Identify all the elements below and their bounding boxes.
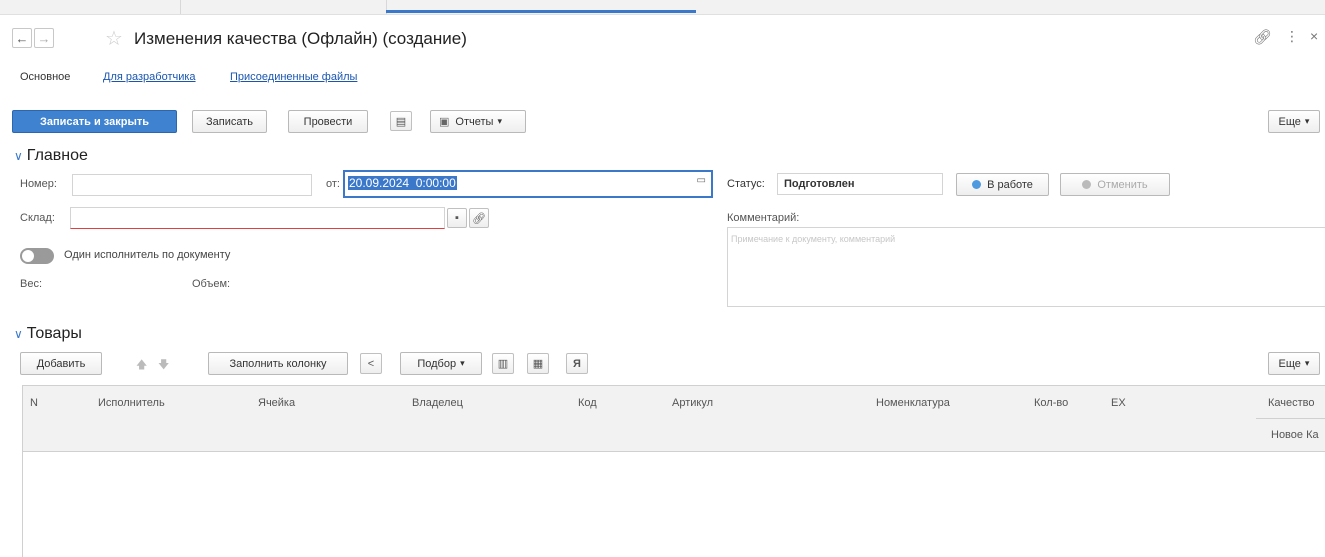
write-button[interactable]: Записать bbox=[192, 110, 267, 133]
move-up-icon[interactable]: 🡅︎ bbox=[136, 356, 147, 375]
open-icon[interactable]: 🔗︎ bbox=[469, 208, 489, 228]
column-header-code[interactable]: Код bbox=[578, 397, 597, 409]
status-label: Статус: bbox=[727, 178, 765, 190]
document-icon[interactable]: ▤ bbox=[390, 111, 412, 131]
move-down-icon[interactable]: 🡇︎ bbox=[158, 356, 169, 375]
add-row-button[interactable]: Добавить bbox=[20, 352, 102, 375]
column-header-n[interactable]: N bbox=[30, 397, 38, 409]
close-icon[interactable]: × bbox=[1310, 28, 1318, 44]
chevron-down-icon: ▾ bbox=[1304, 116, 1310, 126]
number-label: Номер: bbox=[20, 178, 57, 190]
single-executor-toggle[interactable] bbox=[20, 248, 54, 264]
table-header bbox=[23, 386, 1325, 452]
dropdown-icon[interactable]: ▪ bbox=[447, 208, 467, 228]
chevron-down-icon: ∨ bbox=[14, 327, 23, 341]
window-tab[interactable] bbox=[0, 0, 181, 14]
column-header-owner[interactable]: Владелец bbox=[412, 397, 463, 409]
star-icon[interactable]: ☆ bbox=[105, 26, 123, 51]
main-section-title: Главное bbox=[26, 147, 88, 164]
column-header-cell[interactable]: Ячейка bbox=[258, 397, 295, 409]
goods-more-button[interactable]: Еще ▾ bbox=[1268, 352, 1320, 375]
more-vert-icon[interactable]: ⋮ bbox=[1285, 28, 1299, 45]
window-tab[interactable] bbox=[180, 0, 387, 14]
volume-label: Объем: bbox=[192, 278, 231, 290]
barcode-scan-icon[interactable]: ▦ bbox=[527, 353, 549, 374]
goods-section-title: Товары bbox=[26, 325, 82, 342]
warehouse-field[interactable] bbox=[70, 207, 445, 229]
stop-icon bbox=[1082, 180, 1092, 189]
tab-developer[interactable]: Для разработчика bbox=[103, 71, 196, 83]
date-from-label: от: bbox=[326, 178, 340, 190]
tab-attached-files[interactable]: Присоединенные файлы bbox=[230, 71, 357, 83]
post-button[interactable]: Провести bbox=[288, 110, 368, 133]
column-header-quantity[interactable]: Кол-во bbox=[1034, 397, 1068, 409]
warehouse-label: Склад: bbox=[20, 212, 55, 224]
document-print-icon[interactable]: Я bbox=[566, 353, 588, 374]
number-field[interactable] bbox=[72, 174, 312, 196]
back-button[interactable]: ← bbox=[12, 28, 32, 48]
forward-button[interactable]: → bbox=[34, 28, 54, 48]
main-section-header[interactable]: ∨ Главное bbox=[14, 147, 88, 165]
single-executor-label: Один исполнитель по документу bbox=[64, 249, 231, 261]
cancel-label: Отменить bbox=[1097, 178, 1148, 191]
calendar-icon[interactable]: ▭ bbox=[697, 175, 706, 186]
more-label: Еще bbox=[1278, 115, 1301, 128]
column-header-article[interactable]: Артикул bbox=[672, 397, 713, 409]
barcode-icon[interactable]: ▥ bbox=[492, 353, 514, 374]
status-field: Подготовлен bbox=[777, 173, 943, 195]
comment-textarea[interactable]: Примечание к документу, комментарий bbox=[727, 227, 1325, 307]
write-and-close-button[interactable]: Записать и закрыть bbox=[12, 110, 177, 133]
progress-icon bbox=[972, 180, 982, 189]
date-field[interactable]: 20.09.2024 0:00:00 ▭ bbox=[343, 170, 713, 198]
column-header-quality[interactable]: Качество bbox=[1268, 397, 1315, 409]
toggle-knob bbox=[22, 250, 34, 262]
column-header-ex[interactable]: EX bbox=[1111, 397, 1126, 409]
in-work-button[interactable]: В работе bbox=[956, 173, 1049, 196]
reports-button[interactable]: ▣ Отчеты ▾ bbox=[430, 110, 526, 133]
chevron-down-icon: ▾ bbox=[460, 358, 465, 368]
cancel-status-button[interactable]: Отменить bbox=[1060, 173, 1170, 196]
goods-section-header[interactable]: ∨ Товары bbox=[14, 325, 82, 343]
chevron-down-icon: ▾ bbox=[1304, 358, 1310, 368]
selection-button[interactable]: Подбор ▾ bbox=[400, 352, 482, 375]
page-title: Изменения качества (Офлайн) (создание) bbox=[134, 29, 467, 48]
more-label: Еще bbox=[1278, 357, 1301, 370]
window-tab-strip bbox=[0, 0, 1325, 15]
weight-label: Вес: bbox=[20, 278, 43, 290]
column-header-executor[interactable]: Исполнитель bbox=[98, 397, 165, 409]
in-work-label: В работе bbox=[987, 178, 1033, 191]
reports-icon: ▣ bbox=[439, 116, 450, 128]
date-value: 20.09.2024 0:00:00 bbox=[348, 176, 457, 190]
more-button[interactable]: Еще ▾ bbox=[1268, 110, 1320, 133]
comment-label: Комментарий: bbox=[727, 212, 800, 224]
comment-placeholder: Примечание к документу, комментарий bbox=[731, 234, 896, 244]
link-icon[interactable]: 🔗︎ bbox=[1253, 28, 1272, 46]
selection-label: Подбор bbox=[417, 357, 457, 370]
tab-main[interactable]: Основное bbox=[20, 71, 70, 83]
header-divider bbox=[1256, 418, 1325, 419]
chevron-down-icon: ▾ bbox=[497, 116, 502, 126]
column-header-nomenclature[interactable]: Номенклатура bbox=[876, 397, 950, 409]
reports-label: Отчеты bbox=[455, 115, 494, 128]
goods-table[interactable] bbox=[22, 385, 1325, 557]
fill-column-button[interactable]: Заполнить колонку bbox=[208, 352, 348, 375]
share-icon[interactable]: < bbox=[360, 353, 382, 374]
window-tab-active-indicator bbox=[386, 10, 696, 13]
column-header-new-quality[interactable]: Новое Ка bbox=[1271, 429, 1319, 441]
chevron-down-icon: ∨ bbox=[14, 149, 23, 163]
